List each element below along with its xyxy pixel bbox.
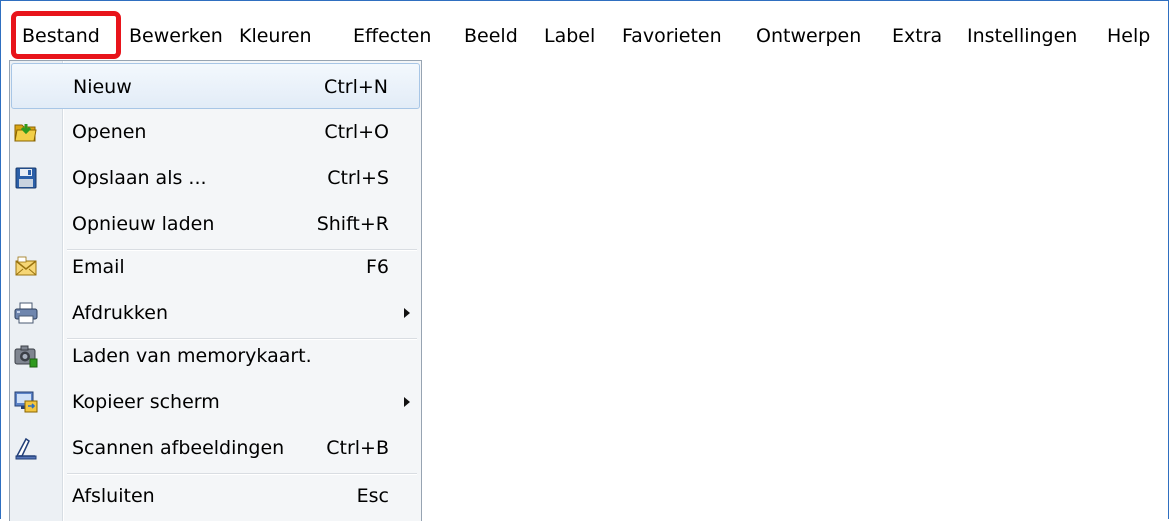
open-folder-icon (14, 120, 38, 144)
menu-item-label: Opslaan als ... (72, 167, 207, 189)
menu-effecten[interactable]: Effecten (353, 21, 431, 51)
menu-item-opnieuw-laden[interactable]: Opnieuw laden Shift+R (11, 201, 420, 247)
menu-item-nieuw[interactable]: Nieuw Ctrl+N (11, 63, 420, 109)
camera-icon (14, 344, 38, 368)
menu-item-openen[interactable]: Openen Ctrl+O (11, 109, 420, 155)
menu-item-kopieer-scherm[interactable]: Kopieer scherm (11, 379, 420, 425)
menu-item-shortcut: Esc (356, 485, 389, 507)
menu-item-afsluiten[interactable]: Afsluiten Esc (11, 473, 420, 519)
menu-item-label: Laden van memorykaart. (72, 345, 312, 367)
menu-item-afdrukken[interactable]: Afdrukken (11, 290, 420, 336)
menu-bestand[interactable]: Bestand (22, 21, 100, 51)
menu-favorieten[interactable]: Favorieten (622, 21, 722, 51)
envelope-icon (14, 255, 38, 279)
menu-item-opslaan-als[interactable]: Opslaan als ... Ctrl+S (11, 155, 420, 201)
menu-item-label: Afsluiten (72, 485, 155, 507)
application-window: Bestand Bewerken Kleuren Effecten Beeld … (0, 0, 1169, 521)
menu-item-laden-van-memorykaart[interactable]: Laden van memorykaart. (11, 333, 420, 379)
file-menu-dropdown: Nieuw Ctrl+N Openen Ctrl+O Opslaan als .… (9, 60, 422, 521)
floppy-disk-icon (14, 166, 38, 190)
menu-item-label: Afdrukken (72, 302, 168, 324)
menu-bewerken[interactable]: Bewerken (129, 21, 223, 51)
menu-item-email[interactable]: Email F6 (11, 244, 420, 290)
menu-label[interactable]: Label (544, 21, 595, 51)
menu-item-scannen-afbeeldingen[interactable]: Scannen afbeeldingen Ctrl+B (11, 425, 420, 471)
screen-copy-icon (14, 390, 38, 414)
menu-item-label: Nieuw (73, 76, 132, 98)
menu-item-label: Openen (72, 121, 147, 143)
menu-beeld[interactable]: Beeld (464, 21, 518, 51)
submenu-arrow-icon (404, 397, 410, 407)
submenu-arrow-icon (404, 308, 410, 318)
menu-bar: Bestand Bewerken Kleuren Effecten Beeld … (2, 2, 1168, 60)
menu-item-shortcut: Ctrl+B (326, 437, 389, 459)
menu-item-label: Kopieer scherm (72, 391, 220, 413)
menu-item-label: Opnieuw laden (72, 213, 215, 235)
menu-kleuren[interactable]: Kleuren (239, 21, 312, 51)
menu-instellingen[interactable]: Instellingen (967, 21, 1077, 51)
printer-icon (14, 301, 38, 325)
menu-item-shortcut: Ctrl+N (324, 76, 388, 98)
menu-item-shortcut: F6 (365, 256, 389, 278)
menu-help[interactable]: Help (1107, 21, 1150, 51)
menu-extra[interactable]: Extra (892, 21, 942, 51)
scanner-icon (14, 436, 38, 460)
menu-item-shortcut: Shift+R (316, 213, 389, 235)
menu-item-shortcut: Ctrl+S (327, 167, 389, 189)
menu-item-label: Scannen afbeeldingen (72, 437, 285, 459)
menu-ontwerpen[interactable]: Ontwerpen (756, 21, 861, 51)
menu-item-label: Email (72, 256, 125, 278)
menu-item-shortcut: Ctrl+O (324, 121, 389, 143)
